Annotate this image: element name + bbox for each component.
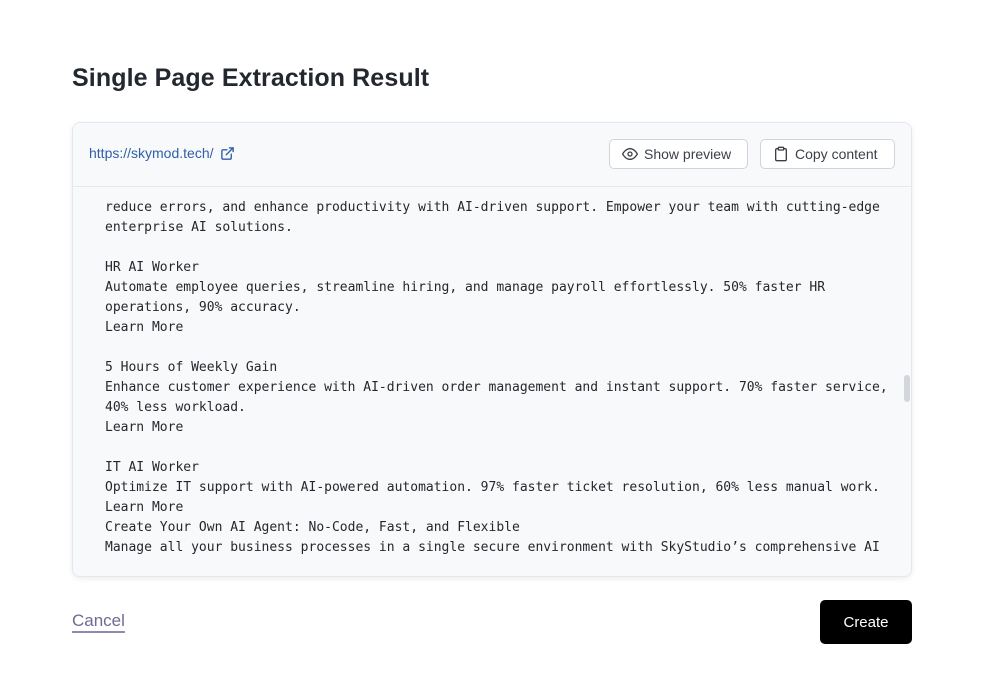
extracted-content-area[interactable]: reduce errors, and enhance productivity … — [73, 187, 911, 576]
create-button[interactable]: Create — [820, 600, 912, 644]
content-scrollbar-thumb[interactable] — [904, 375, 910, 402]
extracted-content-text: reduce errors, and enhance productivity … — [105, 200, 888, 555]
clipboard-icon — [773, 146, 789, 162]
source-url-link[interactable]: https://skymod.tech/ — [89, 145, 235, 161]
copy-content-button[interactable]: Copy content — [760, 139, 895, 169]
eye-icon — [622, 146, 638, 162]
source-url-text: https://skymod.tech/ — [89, 145, 214, 161]
show-preview-label: Show preview — [644, 146, 732, 162]
show-preview-button[interactable]: Show preview — [609, 139, 748, 169]
extraction-result-card: https://skymod.tech/ Show preview Copy c… — [72, 122, 912, 577]
copy-content-label: Copy content — [795, 146, 878, 162]
external-link-icon — [220, 146, 235, 161]
cancel-button[interactable]: Cancel — [72, 611, 125, 631]
card-header: https://skymod.tech/ Show preview Copy c… — [73, 123, 911, 187]
page-title: Single Page Extraction Result — [72, 64, 430, 92]
